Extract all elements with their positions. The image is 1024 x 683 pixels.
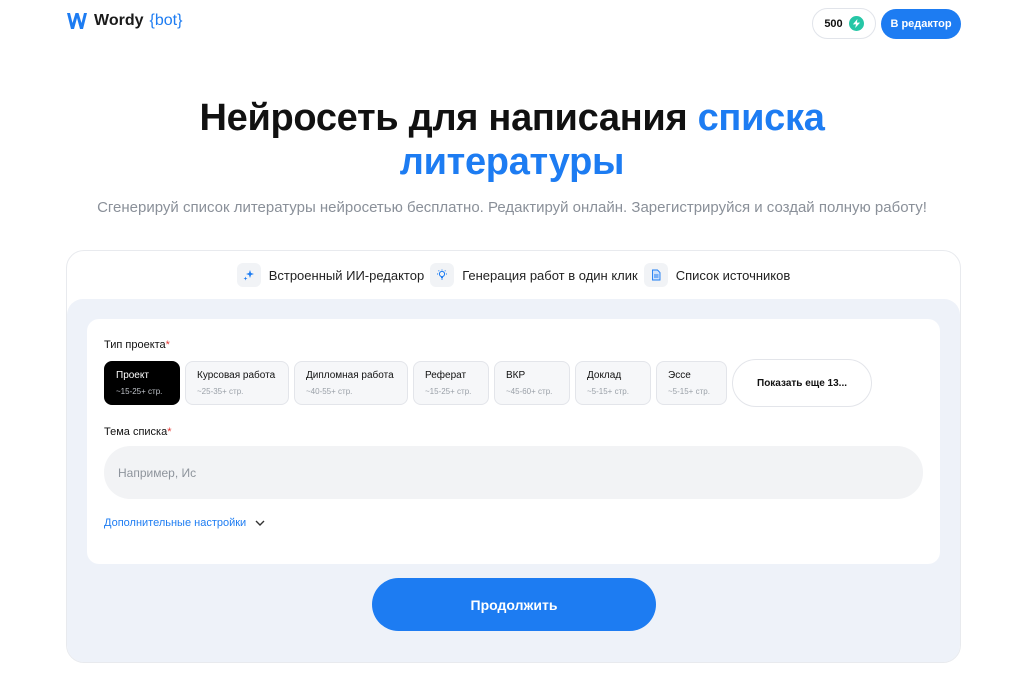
logo[interactable]: Wordy {bot} <box>66 11 182 31</box>
feature-label: Генерация работ в один клик <box>462 267 638 283</box>
title-accent-2: литературы <box>399 141 625 183</box>
title-accent-1: списка <box>697 97 825 139</box>
page-subtitle: Сгенерируй список литературы нейросетью … <box>97 199 927 216</box>
page-title: Нейросеть для написания списка литератур… <box>0 96 1024 184</box>
feature-sources: Список источников <box>643 263 791 287</box>
project-type-option[interactable]: Проект ~15-25+ стр. <box>104 361 180 405</box>
credits-badge[interactable]: 500 <box>812 8 876 39</box>
sparkles-icon <box>236 263 261 287</box>
project-type-selector: Проект ~15-25+ стр. Курсовая работа ~25-… <box>104 359 873 407</box>
document-icon <box>643 263 668 287</box>
project-type-option[interactable]: ВКР ~45-60+ стр. <box>494 361 570 405</box>
topic-label: Тема списка* <box>104 426 172 438</box>
advanced-settings-label: Дополнительные настройки <box>104 517 247 529</box>
advanced-settings-toggle[interactable]: Дополнительные настройки <box>104 517 266 529</box>
to-editor-button[interactable]: В редактор <box>881 9 961 39</box>
project-type-option[interactable]: Эссе ~5-15+ стр. <box>656 361 727 405</box>
feature-ai-editor: Встроенный ИИ-редактор <box>236 263 425 287</box>
credits-count: 500 <box>824 17 843 30</box>
logo-text: Wordy <box>94 12 144 29</box>
feature-one-click: Генерация работ в один клик <box>430 263 638 287</box>
project-type-option[interactable]: Реферат ~15-25+ стр. <box>413 361 489 405</box>
topic-input[interactable] <box>104 446 923 499</box>
project-type-option[interactable]: Дипломная работа ~40-55+ стр. <box>294 361 408 405</box>
wordy-logo-icon <box>67 13 87 29</box>
lightning-icon <box>848 16 864 31</box>
logo-suffix: {bot} <box>149 12 183 29</box>
generator-card: Встроенный ИИ-редактор Генерация работ в… <box>66 250 961 663</box>
features-bar: Встроенный ИИ-редактор Генерация работ в… <box>67 251 960 299</box>
required-mark: * <box>167 426 172 438</box>
project-type-option[interactable]: Курсовая работа ~25-35+ стр. <box>185 361 289 405</box>
form-panel: Тип проекта* Проект ~15-25+ стр. Курсова… <box>67 299 960 662</box>
title-main: Нейросеть для написания <box>199 97 698 139</box>
project-type-option[interactable]: Доклад ~5-15+ стр. <box>575 361 651 405</box>
show-more-button[interactable]: Показать еще 13... <box>732 359 873 407</box>
lightbulb-icon <box>430 263 455 287</box>
chevron-down-icon <box>255 520 265 526</box>
generator-form: Тип проекта* Проект ~15-25+ стр. Курсова… <box>87 319 940 564</box>
project-type-label: Тип проекта* <box>104 339 170 351</box>
feature-label: Встроенный ИИ-редактор <box>268 267 425 283</box>
feature-label: Список источников <box>675 267 791 283</box>
continue-button[interactable]: Продолжить <box>372 578 656 631</box>
required-mark: * <box>165 339 170 351</box>
top-header: Wordy {bot} 500 В редактор <box>0 0 1024 48</box>
